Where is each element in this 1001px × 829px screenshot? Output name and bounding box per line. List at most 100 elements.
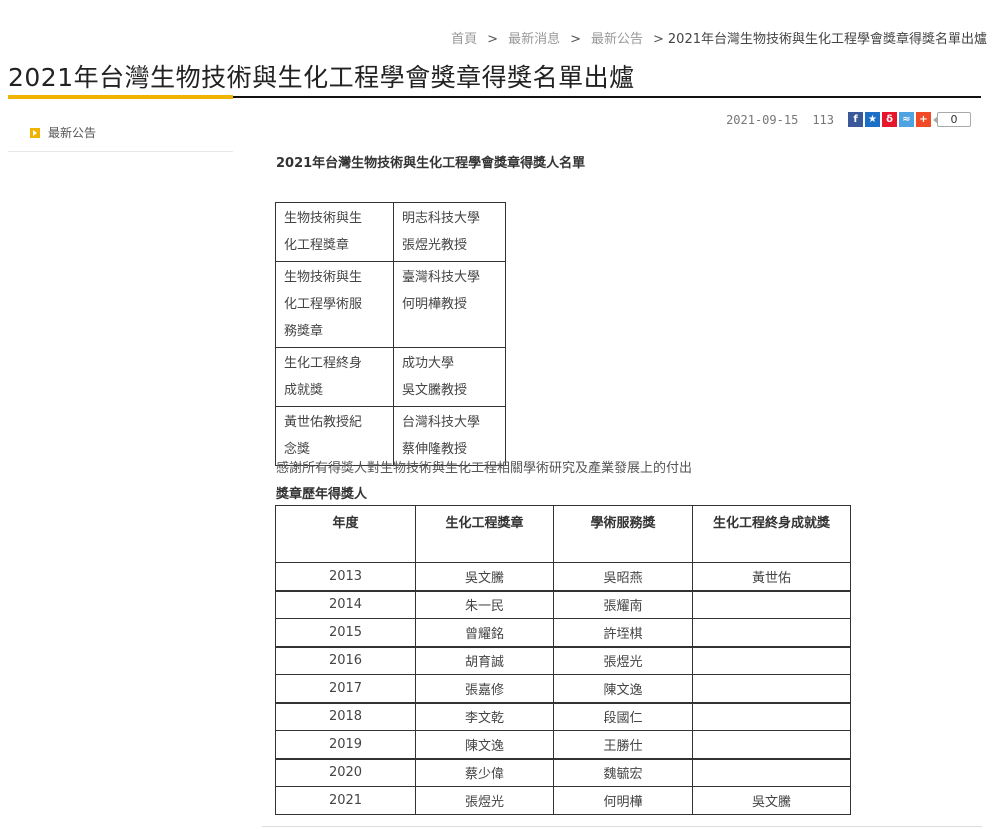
- lifetime-award-cell: 黃世佑: [692, 562, 851, 591]
- breadcrumb-announcements-link[interactable]: 最新公告: [591, 32, 643, 47]
- facebook-share-button[interactable]: f: [848, 112, 863, 127]
- weibo-share-button[interactable]: δ: [882, 112, 897, 127]
- table-row: 2018 李文乾 段國仁: [275, 701, 851, 731]
- award-row: 生化工程終身 成就獎 成功大學吳文騰教授: [275, 347, 506, 407]
- title-divider: [233, 96, 981, 98]
- add-share-button[interactable]: +: [916, 112, 931, 127]
- share-buttons: f ★ δ ≈ +: [848, 112, 933, 127]
- history-table: 年度 生化工程獎章 學術服務獎 生化工程終身成就獎 2013 吳文騰 吳昭燕 黃世佑 2…: [275, 505, 851, 815]
- year-cell: 2015: [275, 618, 416, 647]
- table-row: 2020 蔡少偉 魏毓宏: [275, 757, 851, 787]
- breadcrumb-separator: >: [570, 32, 581, 47]
- column-header-year: 年度: [275, 505, 416, 563]
- service-award-cell: 張耀南: [553, 589, 693, 619]
- biochem-medal-cell: 蔡少偉: [415, 757, 554, 787]
- post-meta: 2021-09-15 113 f ★ δ ≈ + 0: [726, 112, 971, 127]
- post-date: 2021-09-15: [726, 112, 799, 127]
- page-title: 2021年台灣生物技術與生化工程學會獎章得獎名單出爐: [8, 63, 635, 92]
- award-category: 生物技術與生 化工程獎章: [275, 202, 394, 262]
- breadcrumb-home-link[interactable]: 首頁: [451, 32, 477, 47]
- biochem-medal-cell: 曾耀銘: [415, 618, 554, 647]
- breadcrumb-separator: >: [487, 32, 499, 47]
- sidebar-item-label: 最新公告: [48, 126, 97, 140]
- biochem-medal-cell: 陳文逸: [415, 730, 554, 759]
- award-category-line: 生物技術與生: [284, 211, 363, 226]
- title-accent-bar: [8, 95, 233, 99]
- breadcrumb-separator: >: [653, 32, 664, 47]
- column-header-biochem-medal: 生化工程獎章: [415, 505, 554, 563]
- lifetime-award-cell: [692, 618, 851, 647]
- year-cell: 2014: [275, 589, 416, 619]
- award-category-line: 化工程獎章: [284, 238, 350, 253]
- award-category-line: 成就獎: [284, 383, 324, 398]
- year-cell: 2018: [275, 701, 416, 731]
- award-category-line: 務獎章: [284, 324, 324, 339]
- award-winner-line: 明志科技大學: [402, 211, 481, 226]
- table-row: 2013 吳文騰 吳昭燕 黃世佑: [275, 562, 851, 591]
- history-header-row: 年度 生化工程獎章 學術服務獎 生化工程終身成就獎: [275, 505, 851, 563]
- qq-share-button[interactable]: ≈: [899, 112, 914, 127]
- lifetime-award-cell: [692, 730, 851, 759]
- award-row: 生物技術與生 化工程獎章 明志科技大學 張煜光教授: [275, 202, 506, 262]
- award-winner: 明志科技大學 張煜光教授: [393, 202, 506, 262]
- biochem-medal-cell: 張煜光: [415, 786, 554, 815]
- table-row: 2014 朱一民 張耀南: [275, 589, 851, 619]
- year-cell: 2021: [275, 786, 416, 815]
- service-award-cell: 段國仁: [553, 701, 693, 731]
- award-winner-line: 吳文騰教授: [402, 383, 468, 398]
- table-row: 2021 張煜光 何明樺 吳文騰: [275, 786, 851, 815]
- award-winner-line: 成功大學: [402, 356, 455, 371]
- biochem-medal-cell: 李文乾: [415, 701, 554, 731]
- year-cell: 2020: [275, 757, 416, 787]
- sidebar: 最新公告: [8, 118, 233, 152]
- service-award-cell: 吳昭燕: [553, 562, 693, 591]
- sidebar-item-announcements[interactable]: 最新公告: [8, 118, 233, 152]
- service-award-cell: 許垤棋: [553, 618, 693, 647]
- lifetime-award-cell: [692, 645, 851, 675]
- lifetime-award-cell: [692, 701, 851, 731]
- service-award-cell: 陳文逸: [553, 674, 693, 703]
- year-cell: 2017: [275, 674, 416, 703]
- column-header-lifetime-award: 生化工程終身成就獎: [692, 505, 851, 563]
- article-heading: 2021年台灣生物技術與生化工程學會獎章得獎人名單: [276, 156, 586, 171]
- lifetime-award-cell: [692, 757, 851, 787]
- award-category-line: 生化工程終身: [284, 356, 363, 371]
- table-row: 2016 胡育誠 張煜光: [275, 645, 851, 675]
- award-category-line: 黃世佑教授紀: [284, 415, 363, 430]
- service-award-cell: 張煜光: [553, 645, 693, 675]
- service-award-cell: 王勝仕: [553, 730, 693, 759]
- view-count: 113: [812, 112, 834, 127]
- content-bottom-divider: [262, 826, 982, 827]
- award-winner-line: 台灣科技大學: [402, 415, 481, 430]
- award-category: 生物技術與生 化工程學術服 務獎章: [275, 261, 394, 348]
- award-category-line: 生物技術與生: [284, 270, 363, 285]
- lifetime-award-cell: [692, 589, 851, 619]
- breadcrumb-news-link[interactable]: 最新消息: [508, 32, 560, 47]
- award-winner-line: 張煜光教授: [402, 238, 468, 253]
- share-count: 0: [933, 112, 971, 127]
- award-winner: 成功大學 吳文騰教授: [393, 347, 506, 407]
- biochem-medal-cell: 朱一民: [415, 589, 554, 619]
- biochem-medal-cell: 吳文騰: [415, 562, 554, 591]
- year-cell: 2016: [275, 645, 416, 675]
- breadcrumb: 首頁 > 最新消息 > 最新公告 >2021年台灣生物技術與生化工程學會獎章得獎名單出爐: [451, 28, 987, 47]
- table-row: 2015 曾耀銘 許垤棋: [275, 618, 851, 647]
- biochem-medal-cell: 張嘉修: [415, 674, 554, 703]
- service-award-cell: 魏毓宏: [553, 757, 693, 787]
- biochem-medal-cell: 胡育誠: [415, 645, 554, 675]
- year-cell: 2013: [275, 562, 416, 591]
- lifetime-award-cell: [692, 674, 851, 703]
- award-row: 生物技術與生 化工程學術服 務獎章 臺灣科技大學 何明樺教授: [275, 261, 506, 348]
- thanks-text: 感謝所有得獎人對生物技術與生化工程相關學術研究及產業發展上的付出: [276, 461, 693, 476]
- lifetime-award-cell: 吳文騰: [692, 786, 851, 815]
- award-winner-line: 臺灣科技大學: [402, 270, 481, 285]
- plurk-share-button[interactable]: ★: [865, 112, 880, 127]
- history-heading: 獎章歷年得獎人: [276, 487, 368, 502]
- breadcrumb-current: 2021年台灣生物技術與生化工程學會獎章得獎名單出爐: [667, 32, 987, 47]
- table-row: 2017 張嘉修 陳文逸: [275, 674, 851, 703]
- award-category-line: 化工程學術服: [284, 297, 363, 312]
- arrow-right-square-icon: [30, 127, 40, 138]
- column-header-service-award: 學術服務獎: [553, 505, 693, 563]
- award-winners-table: 生物技術與生 化工程獎章 明志科技大學 張煜光教授 生物技術與生 化工程學術服 務獎章 臺灣科…: [275, 202, 506, 466]
- award-winner: 臺灣科技大學 何明樺教授: [393, 261, 506, 348]
